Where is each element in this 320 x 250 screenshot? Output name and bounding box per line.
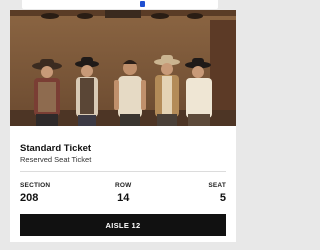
section-column: SECTION 208 [20, 182, 50, 204]
aisle-button[interactable]: AISLE 12 [20, 214, 226, 236]
section-value: 208 [20, 192, 39, 204]
accent-icon [140, 1, 145, 7]
seat-column: SEAT 5 [208, 182, 226, 204]
ticket-card[interactable]: Standard Ticket Reserved Seat Ticket SEC… [10, 10, 236, 242]
row-value: 14 [117, 192, 130, 204]
band-photo-illustration [10, 10, 236, 126]
top-bar [22, 0, 218, 9]
row-column: ROW 14 [115, 182, 132, 204]
event-photo [10, 10, 236, 126]
divider [20, 171, 226, 172]
row-label: ROW [115, 182, 132, 189]
section-label: SECTION [20, 182, 51, 189]
top-strip [0, 0, 250, 10]
ticket-subtitle: Reserved Seat Ticket [20, 155, 92, 164]
seat-value: 5 [219, 192, 226, 204]
seat-label: SEAT [208, 182, 226, 189]
ticket-title: Standard Ticket [20, 143, 92, 154]
